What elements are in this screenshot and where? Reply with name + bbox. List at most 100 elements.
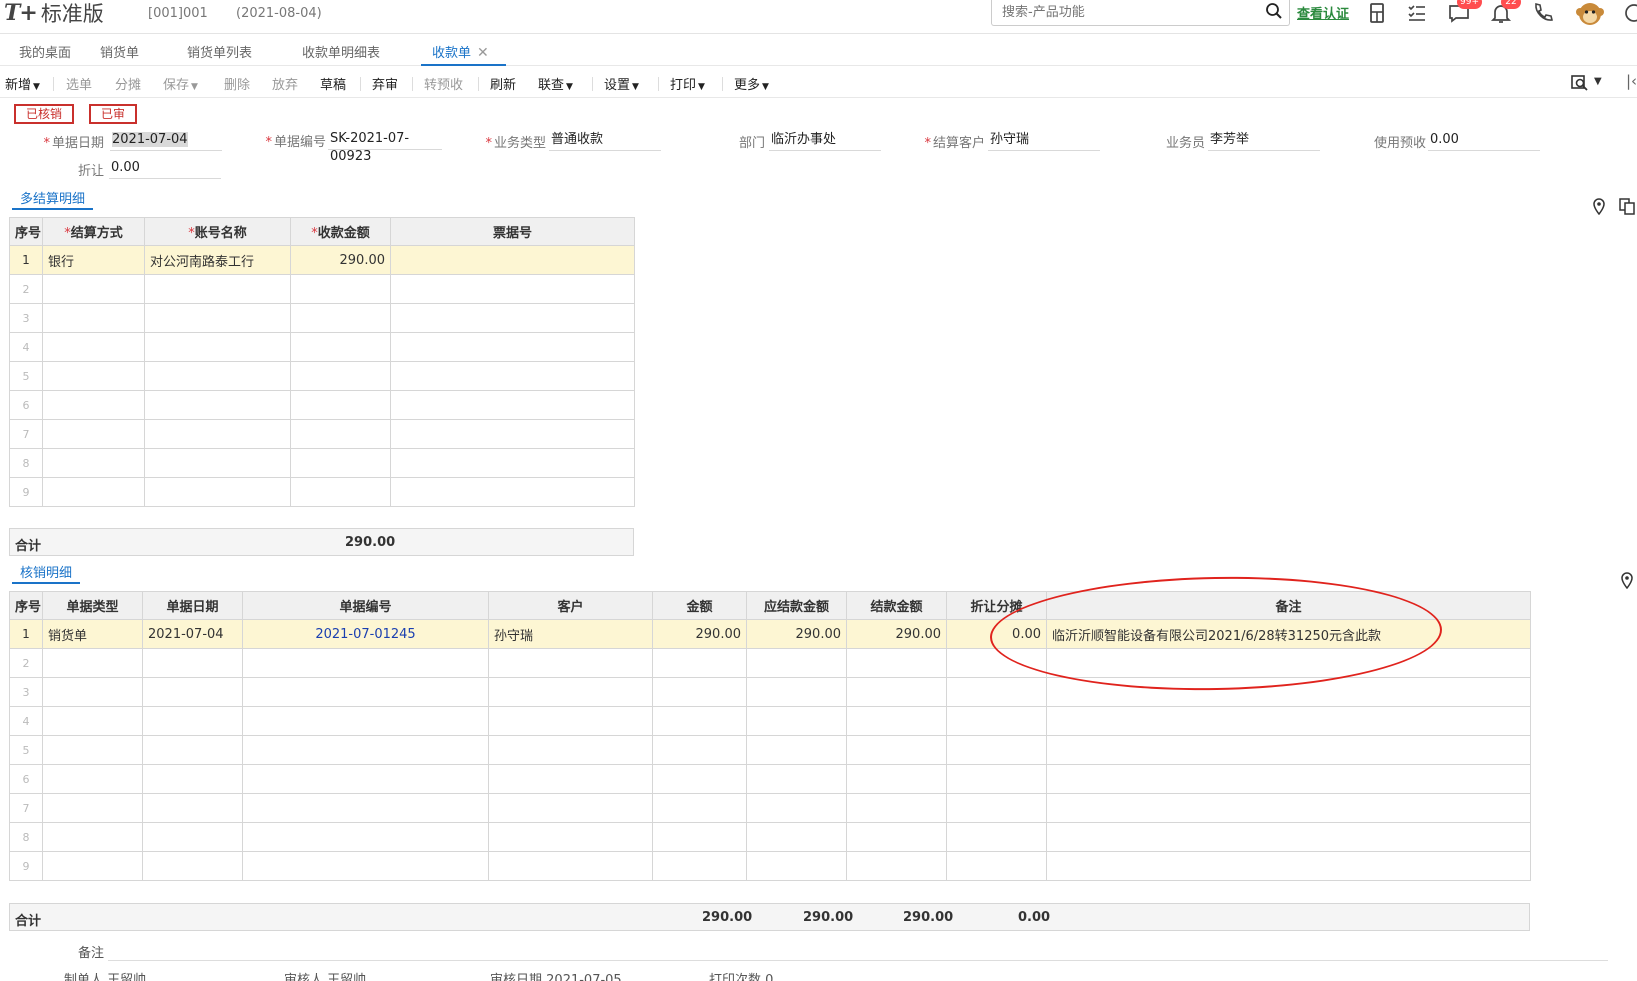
search-input[interactable] [992, 0, 1252, 24]
writeoff-section-tab[interactable]: 核销明细 [12, 562, 81, 584]
document-tabs: 我的桌面 销货单 销货单列表 收款单明细表 收款单 ✕ [0, 38, 1637, 66]
discount-field[interactable]: 0.00 [109, 159, 221, 179]
prepay-field[interactable]: 0.00 [1428, 131, 1540, 151]
tab-receipt[interactable]: 收款单 ✕ [421, 42, 506, 66]
ticket-no-cell[interactable] [390, 245, 635, 275]
salesman-field[interactable]: 李芳举 [1208, 131, 1320, 151]
doc-date-cell[interactable]: 2021-07-04 [142, 619, 243, 649]
location-pin-icon[interactable] [1591, 197, 1607, 215]
total-label: 合计 [15, 914, 42, 929]
settle-method-cell[interactable]: 银行 [42, 245, 145, 275]
remark-cell[interactable]: 临沂沂顺智能设备有限公司2021/6/28转31250元含此款 [1046, 619, 1531, 649]
table-row[interactable]: 5 [9, 361, 635, 391]
doc-no-field[interactable]: SK-2021-07-00923 [328, 130, 442, 164]
delete-button[interactable]: 删除 [224, 74, 250, 93]
discount-share-cell[interactable]: 0.00 [946, 619, 1047, 649]
total-discount: 0.00 [1018, 910, 1051, 925]
biz-type-label: * 业务类型 [485, 136, 546, 151]
chevron-down-icon: ▼ [566, 82, 573, 92]
account-name-cell[interactable]: 对公河南路泰工行 [144, 245, 291, 275]
chevron-down-icon: ▼ [632, 82, 639, 92]
doc-date-label: * 单据日期 [43, 136, 104, 151]
due-amount-cell[interactable]: 290.00 [746, 619, 847, 649]
table-row[interactable]: 8 [9, 822, 1531, 852]
tab-my-desktop[interactable]: 我的桌面 [19, 42, 71, 66]
search-icon[interactable] [1265, 2, 1283, 20]
chevron-down-icon: ▼ [191, 82, 198, 92]
table-row[interactable]: 1 银行 对公河南路泰工行 290.00 [9, 245, 635, 275]
doc-date-field[interactable]: 2021-07-04 [110, 131, 222, 151]
notifications-button[interactable]: 22 [1489, 0, 1521, 27]
settled-amount-cell[interactable]: 290.00 [846, 619, 947, 649]
location-pin-icon[interactable] [1619, 571, 1635, 589]
customer-field[interactable]: 孙守瑞 [988, 131, 1100, 151]
search-zoom-icon[interactable] [1571, 74, 1589, 92]
table-row[interactable]: 3 [9, 677, 1531, 707]
top-bar: T+ 标准版 [001]001 (2021-08-04) 查看认证 99+ 22 [0, 0, 1637, 34]
new-button[interactable]: 新增 ▼ [5, 74, 40, 93]
table-row[interactable]: 9 [9, 851, 1531, 881]
close-icon[interactable]: ✕ [477, 45, 489, 61]
to-prepay-button[interactable]: 转预收 [424, 74, 463, 93]
more-button[interactable]: 更多 ▼ [734, 74, 769, 93]
biz-type-field[interactable]: 普通收款 [549, 131, 661, 151]
total-settled: 290.00 [903, 910, 954, 925]
tab-sales-order-list[interactable]: 销货单列表 [187, 42, 252, 66]
calculator-icon[interactable] [1365, 1, 1389, 25]
table-row[interactable]: 7 [9, 419, 635, 449]
unaudit-button[interactable]: 弃审 [372, 74, 398, 93]
table-row[interactable]: 1 销货单 2021-07-04 2021-07-01245 孙守瑞 290.0… [9, 619, 1531, 649]
amount-cell[interactable]: 290.00 [652, 619, 747, 649]
writeoff-table: 序号 单据类型 单据日期 单据编号 客户 金额 应结款金额 结款金额 折让分摊 … [9, 591, 1531, 881]
select-button[interactable]: 选单 [66, 74, 92, 93]
customer-cell[interactable]: 孙守瑞 [488, 619, 653, 649]
table-row[interactable]: 3 [9, 303, 635, 333]
column-header: *账号名称 [144, 217, 291, 246]
table-row[interactable]: 7 [9, 793, 1531, 823]
phone-icon[interactable] [1531, 1, 1555, 25]
linked-query-button[interactable]: 联查 ▼ [538, 74, 573, 93]
table-row[interactable]: 2 [9, 274, 635, 304]
writeoff-total-row: 合计 290.00 290.00 290.00 0.00 [9, 903, 1530, 931]
table-row[interactable]: 2 [9, 648, 1531, 678]
salesman-label: 业务员 [1165, 136, 1205, 151]
table-row[interactable]: 6 [9, 390, 635, 420]
doc-type-cell[interactable]: 销货单 [42, 619, 143, 649]
verify-link[interactable]: 查看认证 [1297, 3, 1349, 22]
print-button[interactable]: 打印 ▼ [670, 74, 705, 93]
dept-label: 部门 [738, 136, 765, 151]
table-row[interactable]: 6 [9, 764, 1531, 794]
table-row[interactable]: 4 [9, 706, 1531, 736]
table-row[interactable]: 8 [9, 448, 635, 478]
chevron-down-icon[interactable]: ▼ [1594, 76, 1602, 87]
settlement-section-tab[interactable]: 多结算明细 [12, 188, 94, 210]
tab-sales-order[interactable]: 销货单 [100, 42, 139, 66]
remark-field[interactable] [108, 960, 1608, 961]
refresh-button[interactable]: 刷新 [490, 74, 516, 93]
print-count-value: 0 [765, 973, 774, 981]
messages-button[interactable]: 99+ [1447, 0, 1482, 27]
help-icon[interactable] [1622, 1, 1637, 25]
avatar-monkey-icon[interactable] [1575, 0, 1605, 28]
dept-field[interactable]: 临沂办事处 [769, 131, 881, 151]
abandon-button[interactable]: 放弃 [272, 74, 298, 93]
table-row[interactable]: 9 [9, 477, 635, 507]
doc-no-label: * 单据编号 [265, 135, 326, 150]
search-box[interactable] [991, 0, 1290, 26]
receipt-amount-cell[interactable]: 290.00 [290, 245, 391, 275]
settings-button[interactable]: 设置 ▼ [604, 74, 639, 93]
draft-button[interactable]: 草稿 [320, 74, 346, 93]
doc-no-link[interactable]: 2021-07-01245 [242, 619, 489, 649]
save-button[interactable]: 保存 ▼ [163, 74, 198, 93]
tab-receipt-detail-report[interactable]: 收款单明细表 [302, 42, 380, 66]
auditor-value: 王留帅 [327, 973, 367, 981]
table-row[interactable]: 5 [9, 735, 1531, 765]
table-row[interactable]: 4 [9, 332, 635, 362]
maker-value: 王留帅 [107, 973, 147, 981]
copy-icon[interactable] [1619, 197, 1635, 215]
chevron-down-icon: ▼ [762, 82, 769, 92]
collapse-panel-icon[interactable]: |‹ [1626, 72, 1637, 90]
task-list-icon[interactable] [1405, 1, 1429, 25]
discount-label: 折让 [77, 164, 104, 179]
split-button[interactable]: 分摊 [115, 74, 141, 93]
